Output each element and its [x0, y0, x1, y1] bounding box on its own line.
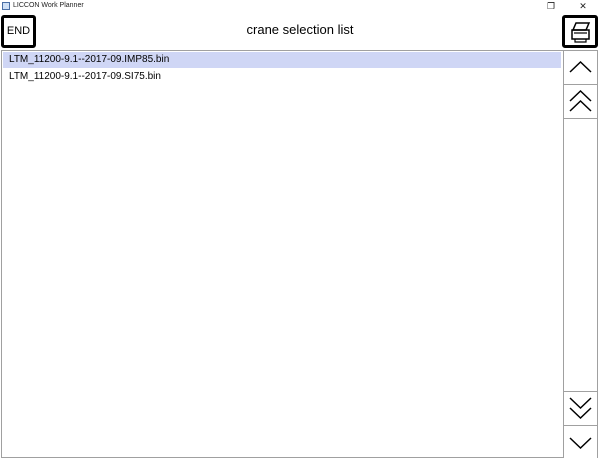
window-title: LICCON Work Planner	[13, 2, 84, 9]
page-down-button[interactable]	[564, 391, 597, 425]
scroll-down-button[interactable]	[564, 425, 597, 459]
title-bar: LICCON Work Planner ❐ ✕	[0, 0, 600, 12]
list-item[interactable]: LTM_11200-9.1--2017-09.SI75.bin	[3, 69, 561, 85]
scrollbar[interactable]	[564, 50, 598, 459]
close-button[interactable]: ✕	[574, 0, 592, 12]
page-title: crane selection list	[246, 22, 354, 37]
print-button[interactable]	[562, 15, 598, 48]
app-icon	[2, 2, 10, 10]
page-up-button[interactable]	[564, 85, 597, 119]
scroll-track[interactable]	[564, 119, 597, 391]
crane-list[interactable]: LTM_11200-9.1--2017-09.IMP85.bin LTM_112…	[1, 50, 564, 458]
chevron-up-icon	[569, 60, 592, 73]
chevron-down-icon	[569, 437, 592, 450]
printer-icon	[571, 22, 591, 43]
double-chevron-down-icon	[569, 397, 592, 420]
app-window: LICCON Work Planner ❐ ✕ END crane select…	[0, 0, 600, 460]
double-chevron-up-icon	[569, 89, 592, 112]
scroll-up-button[interactable]	[564, 51, 597, 85]
list-item[interactable]: LTM_11200-9.1--2017-09.IMP85.bin	[3, 52, 561, 68]
restore-button[interactable]: ❐	[542, 0, 560, 12]
